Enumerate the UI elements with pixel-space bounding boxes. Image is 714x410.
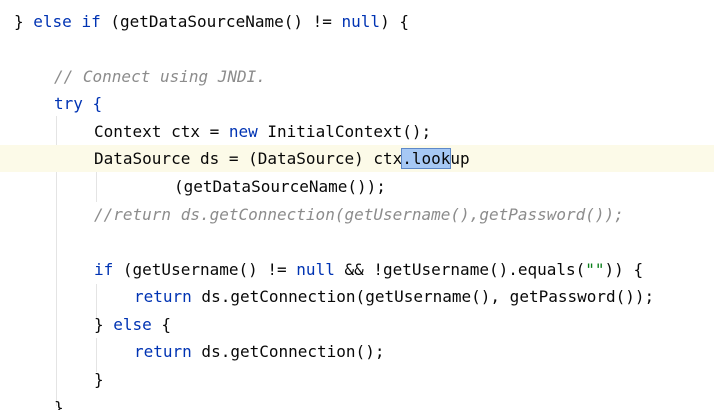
code-datasource-cont: (getDataSourceName()); — [174, 177, 386, 196]
code-line[interactable]: return ds.getConnection(); — [0, 338, 714, 365]
code-datasource-end: up — [450, 149, 470, 168]
comment-connect-jndi: // Connect using JNDI. — [54, 67, 266, 86]
code-editor[interactable]: } else if (getDataSourceName() != null) … — [0, 0, 714, 410]
code-return-creds: return ds.getConnection(getUsername(), g… — [134, 287, 655, 306]
code-line[interactable]: } — [0, 366, 714, 393]
code-else-if: } else if (getDataSourceName() != null) … — [14, 12, 409, 31]
code-line[interactable]: try { — [0, 90, 714, 117]
code-line[interactable]: //return ds.getConnection(getUsername(),… — [0, 201, 714, 228]
code-else: } else { — [94, 315, 172, 334]
code-line[interactable]: if (getUsername() != null && !getUsernam… — [0, 256, 714, 283]
code-try: try { — [54, 94, 103, 113]
text-selection[interactable]: .look — [401, 148, 452, 169]
code-line[interactable]: } else if (getDataSourceName() != null) … — [0, 8, 714, 35]
comment-return: //return ds.getConnection(getUsername(),… — [94, 205, 624, 224]
code-context: Context ctx = new InitialContext(); — [94, 122, 432, 141]
code-datasource: DataSource ds = (DataSource) ctx.lookup — [94, 145, 470, 172]
code-close-inner: } — [94, 370, 104, 389]
code-line[interactable]: return ds.getConnection(getUsername(), g… — [0, 283, 714, 310]
code-datasource-start: DataSource ds = (DataSource) ctx — [94, 149, 403, 168]
code-line[interactable]: // Connect using JNDI. — [0, 63, 714, 90]
code-if-username: if (getUsername() != null && !getUsernam… — [94, 260, 644, 279]
code-close-outer: } — [54, 398, 64, 410]
code-line[interactable]: Context ctx = new InitialContext(); — [0, 118, 714, 145]
code-line[interactable]: } else { — [0, 311, 714, 338]
code-line[interactable]: (getDataSourceName()); — [0, 173, 714, 200]
code-return-plain: return ds.getConnection(); — [134, 342, 385, 361]
code-line[interactable]: } — [0, 394, 714, 410]
code-line-current[interactable]: DataSource ds = (DataSource) ctx.lookup — [0, 145, 714, 172]
